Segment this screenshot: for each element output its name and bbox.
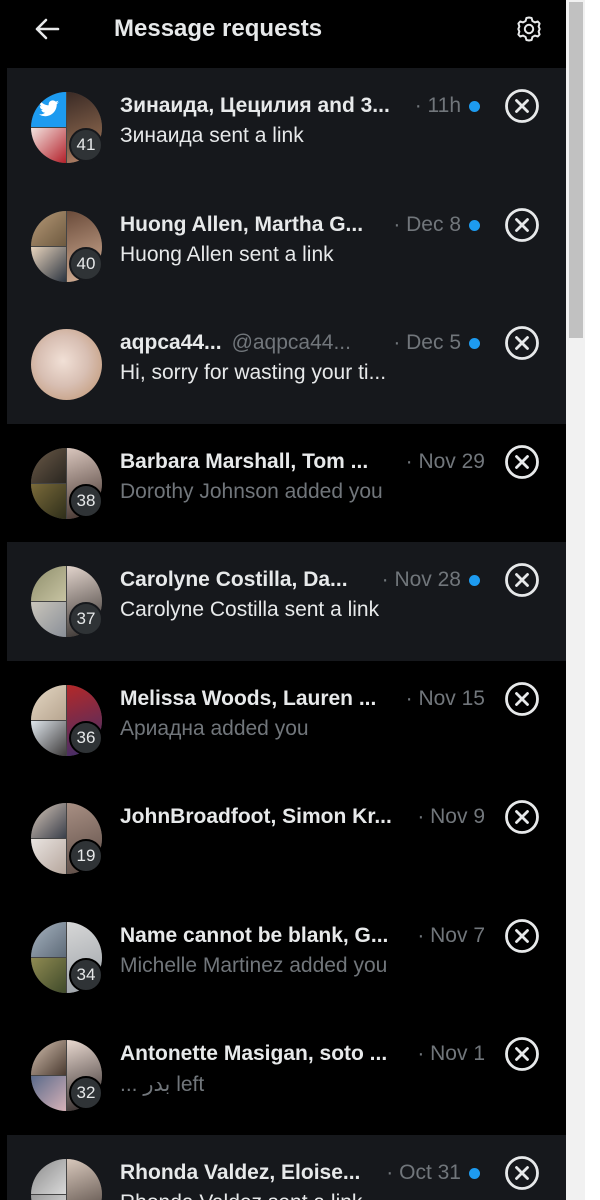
message-preview: Ариадна added you — [120, 716, 309, 740]
conversation-names: Carolyne Costilla, Da... — [120, 568, 348, 592]
conversation-names-text: Зинаида, Цецилия and 3... — [120, 94, 390, 117]
participant-count-badge: 32 — [69, 1076, 103, 1110]
conversation-names: Rhonda Valdez, Eloise... — [120, 1161, 360, 1185]
request-row[interactable]: 40 Huong Allen, Martha G... · Dec 8 Huong A… — [7, 186, 566, 305]
unread-dot — [469, 338, 480, 349]
avatar — [31, 329, 102, 400]
message-request-list: 41 Зинаида, Цецилия and 3... · 11h Зинаида … — [7, 68, 566, 1200]
conversation-names: Antonette Masigan, soto ... — [120, 1042, 387, 1066]
request-row[interactable]: 37 Carolyne Costilla, Da... · Nov 28 Caroly… — [7, 542, 566, 661]
close-circle-icon[interactable] — [504, 799, 540, 835]
message-preview: Зинаида sent a link — [120, 124, 304, 147]
close-circle-icon[interactable] — [504, 444, 540, 480]
unread-dot — [469, 575, 480, 586]
conversation-names-text: Huong Allen, Martha G... — [120, 212, 364, 236]
conversation-names-text: Antonette Masigan, soto ... — [120, 1042, 388, 1065]
conversation-names-text: Melissa Woods, Lauren ... — [120, 686, 377, 710]
page-title: Message requests — [114, 15, 323, 42]
close-circle-icon[interactable] — [504, 562, 540, 598]
close-circle-icon[interactable] — [504, 207, 540, 243]
close-circle-icon[interactable] — [504, 325, 540, 361]
unread-dot — [469, 219, 480, 231]
conversation-names-text: aqpca44... — [120, 331, 222, 354]
participant-count-badge: 19 — [69, 839, 103, 873]
close-circle-icon[interactable] — [504, 1155, 540, 1191]
scrollbar-edge — [585, 0, 600, 1200]
conversation-names: Huong Allen, Martha G... — [120, 213, 363, 237]
top-bar: Message requests — [0, 0, 566, 68]
timestamp: · Nov 15 — [405, 686, 485, 710]
twitter-bird-icon — [39, 100, 59, 117]
message-preview: Dorothy Johnson added you — [120, 479, 383, 503]
message-preview: ... بدر left — [120, 1073, 205, 1096]
conversation-names-text: Rhonda Valdez, Eloise... — [120, 1160, 361, 1184]
scrollbar-thumb[interactable] — [569, 2, 583, 338]
request-row[interactable]: 41 Зинаида, Цецилия and 3... · 11h Зинаида … — [7, 68, 566, 187]
request-row[interactable]: 34 Name cannot be blank, G... · Nov 7 Miche… — [7, 897, 566, 1016]
conversation-names-text: JohnBroadfoot, Simon Kr... — [120, 805, 392, 828]
conversation-names: Зинаида, Цецилия and 3... — [120, 94, 390, 118]
participant-count-badge: 36 — [69, 720, 103, 755]
timestamp: · Nov 28 — [381, 568, 461, 591]
conversation-names-text: Name cannot be blank, G... — [120, 923, 389, 947]
participant-count-badge: 38 — [69, 483, 103, 518]
back-arrow-icon[interactable] — [32, 14, 62, 44]
timestamp: · Nov 7 — [417, 923, 485, 947]
timestamp: · Nov 29 — [405, 449, 485, 473]
close-circle-icon[interactable] — [504, 88, 540, 124]
conversation-names: Name cannot be blank, G... — [120, 924, 388, 948]
timestamp: · Dec 5 — [393, 331, 461, 354]
message-preview: Michelle Martinez added you — [120, 953, 388, 977]
request-row[interactable]: 38 Barbara Marshall, Tom ... · Nov 29 Dorot… — [7, 423, 566, 542]
timestamp: · Nov 9 — [417, 805, 485, 828]
conversation-names: JohnBroadfoot, Simon Kr... — [120, 805, 392, 829]
participant-count-badge: 34 — [69, 957, 103, 992]
timestamp: · Nov 1 — [417, 1042, 485, 1065]
message-preview: Huong Allen sent a link — [120, 242, 334, 266]
request-row[interactable]: 32 Antonette Masigan, soto ... · Nov 1 ... … — [7, 1016, 566, 1135]
request-row[interactable]: 36 Melissa Woods, Lauren ... · Nov 15 Ариад… — [7, 660, 566, 779]
request-row[interactable]: aqpca44... @aqpca44... · Dec 5 Hi, sorry fo… — [7, 305, 566, 424]
user-handle: @aqpca44... — [231, 331, 351, 354]
message-preview: Carolyne Costilla sent a link — [120, 598, 380, 621]
unread-dot — [469, 101, 480, 112]
message-preview: Rhonda Valdez sent a link — [120, 1191, 362, 1200]
close-circle-icon[interactable] — [504, 1036, 540, 1072]
conversation-names-text: Barbara Marshall, Tom ... — [120, 449, 369, 473]
conversation-names-text: Carolyne Costilla, Da... — [120, 568, 348, 591]
request-row[interactable]: 19 JohnBroadfoot, Simon Kr... · Nov 9 — [7, 779, 566, 898]
unread-dot — [469, 1167, 480, 1179]
close-circle-icon[interactable] — [504, 918, 540, 954]
participant-count-badge: 37 — [69, 602, 103, 636]
conversation-names: Barbara Marshall, Tom ... — [120, 450, 368, 474]
gear-icon[interactable] — [513, 13, 545, 45]
participant-count-badge: 41 — [69, 128, 103, 162]
close-circle-icon[interactable] — [504, 681, 540, 717]
conversation-names: Melissa Woods, Lauren ... — [120, 687, 376, 711]
timestamp: · 11h — [414, 94, 461, 117]
participant-count-badge: 40 — [69, 246, 103, 281]
request-row[interactable]: Rhonda Valdez, Eloise... · Oct 31 Rhonda V… — [7, 1134, 566, 1200]
conversation-names: aqpca44... @aqpca44... — [120, 331, 351, 355]
timestamp: · Oct 31 — [386, 1160, 461, 1184]
timestamp: · Dec 8 — [393, 212, 461, 236]
avatar — [31, 1158, 102, 1200]
message-preview: Hi, sorry for wasting your ti... — [120, 361, 387, 384]
